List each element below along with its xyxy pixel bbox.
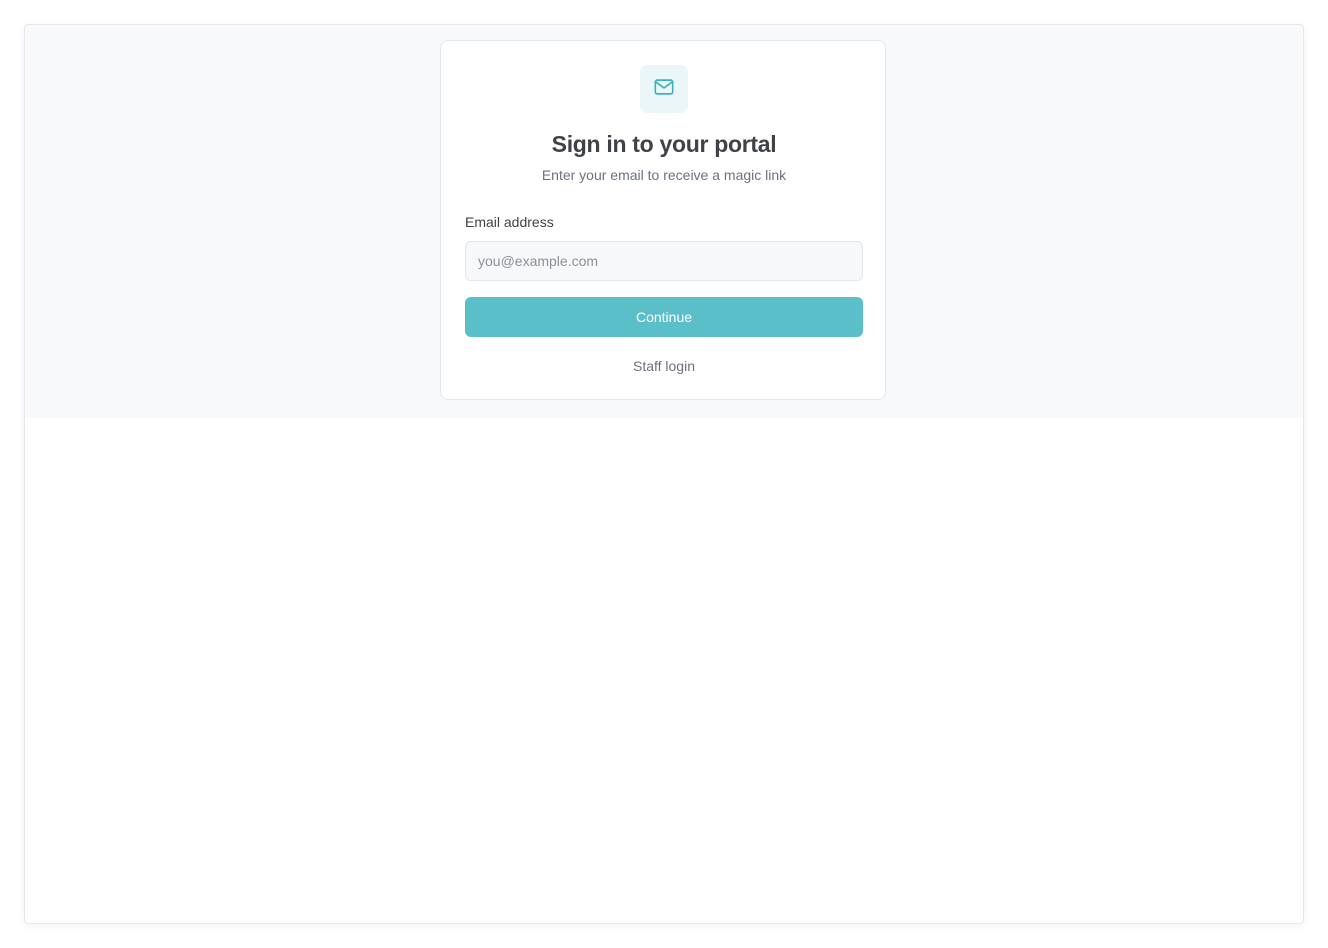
page-title: Sign in to your portal [551, 131, 777, 157]
staff-login-link[interactable]: Staff login [441, 358, 887, 374]
mail-icon-container [640, 65, 688, 113]
login-card: Sign in to your portal Enter your email … [440, 40, 886, 400]
continue-button[interactable]: Continue [465, 297, 863, 337]
mail-icon [653, 76, 675, 103]
page-subtitle: Enter your email to receive a magic link [541, 167, 787, 183]
email-field[interactable] [465, 241, 863, 281]
email-label: Email address [465, 214, 554, 230]
app-window: Sign in to your portal Enter your email … [24, 24, 1304, 924]
header-band: Sign in to your portal Enter your email … [25, 25, 1303, 418]
